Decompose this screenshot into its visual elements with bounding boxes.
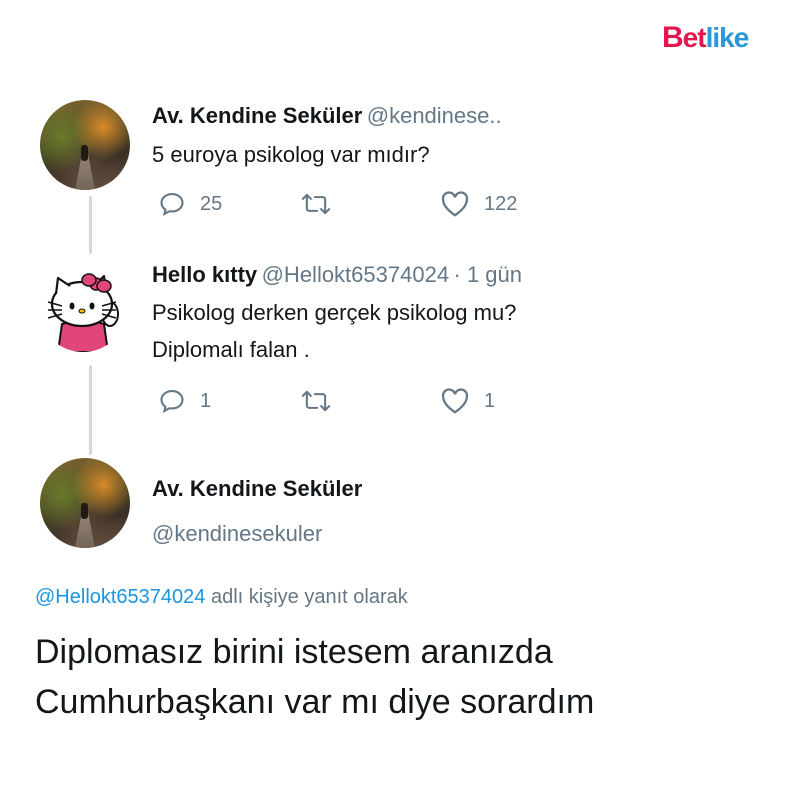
retweet-button[interactable] — [300, 190, 332, 218]
like-count: 122 — [484, 192, 518, 215]
display-name[interactable]: Av. Kendine Seküler — [152, 103, 362, 128]
brand-logo-part: et — [682, 22, 707, 53]
tweet-header: Hello kıtty @Hellokt65374024 · 1 gün — [152, 262, 522, 288]
tweet-text-line: Cumhurbaşkanı var mı diye sorardım — [35, 683, 595, 721]
user-handle[interactable]: @kendinesekuler — [152, 521, 322, 547]
user-handle[interactable]: @Hellokt65374024 — [262, 262, 449, 287]
tweet-time[interactable]: · 1 gün — [454, 262, 523, 287]
display-name[interactable]: Av. Kendine Seküler — [152, 476, 362, 502]
avatar[interactable] — [40, 458, 130, 548]
brand-logo: B et like — [662, 20, 750, 56]
tweet-text-line: Diplomalı falan . — [152, 337, 310, 362]
display-name[interactable]: Hello kıtty — [152, 262, 257, 287]
retweet-icon — [301, 193, 331, 215]
heart-icon — [441, 191, 469, 217]
thread-line — [89, 196, 92, 254]
reply-mention-link[interactable]: @Hellokt65374024 — [35, 586, 205, 608]
like-count: 1 — [484, 389, 496, 412]
heart-icon — [441, 388, 469, 414]
reply-button[interactable]: 1 — [158, 387, 211, 415]
user-handle[interactable]: @kendinese.. — [367, 103, 502, 128]
avatar-figure-shape — [81, 145, 89, 161]
hello-kitty-icon — [47, 273, 119, 352]
tweet-header: Av. Kendine Seküler @kendinese.. — [152, 103, 502, 129]
reply-context: @Hellokt65374024 adlı kişiye yanıt olara… — [35, 586, 408, 609]
retweet-button[interactable] — [300, 387, 332, 415]
reply-count: 25 — [200, 192, 223, 215]
reply-context-text: adlı kişiye yanıt olarak — [210, 586, 408, 608]
brand-logo-part-blue: like — [705, 22, 750, 53]
reply-button[interactable]: 25 — [158, 190, 222, 218]
avatar[interactable] — [38, 262, 128, 352]
tweet-text: 5 euroya psikolog var mıdır? — [152, 142, 430, 167]
like-button[interactable]: 122 — [440, 190, 517, 218]
brand-logo-letter: B — [662, 21, 684, 54]
tweet-text-line: Psikolog derken gerçek psikolog mu? — [152, 300, 517, 325]
tweet-text-line: Diplomasız birini istesem aranızda — [35, 633, 553, 671]
avatar[interactable] — [40, 100, 130, 190]
like-button[interactable]: 1 — [440, 387, 495, 415]
retweet-icon — [301, 390, 331, 412]
reply-icon — [160, 390, 184, 413]
avatar-figure-shape — [81, 503, 89, 519]
reply-icon — [160, 193, 184, 216]
thread-line — [89, 365, 92, 455]
reply-count: 1 — [200, 389, 212, 412]
